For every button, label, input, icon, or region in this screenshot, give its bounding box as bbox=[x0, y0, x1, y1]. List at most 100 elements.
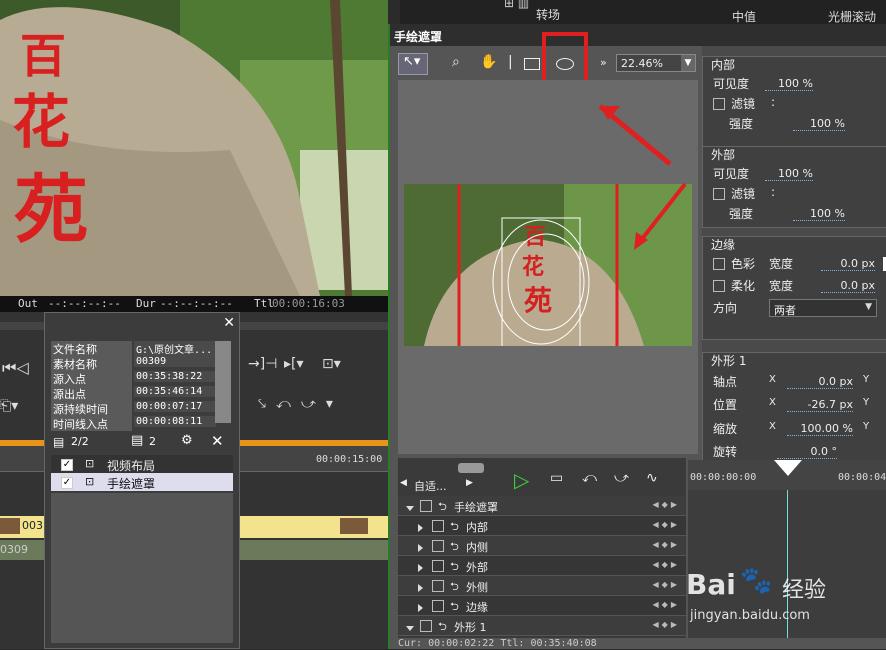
expand-icon[interactable] bbox=[418, 521, 423, 534]
keyframe-nav[interactable]: ◀◆▶ bbox=[653, 620, 680, 629]
position-x-field[interactable]: -26.7 px bbox=[787, 398, 853, 412]
graph-icon[interactable]: ∿ bbox=[646, 470, 658, 486]
axis-x-label: X bbox=[769, 374, 776, 385]
track-icon: ⮌ bbox=[450, 520, 459, 533]
keyframe-nav[interactable]: ◀◆▶ bbox=[653, 580, 680, 589]
rock-char-2: 花 bbox=[12, 88, 71, 156]
scale-label: 缩放 bbox=[713, 422, 738, 436]
track-row[interactable]: ⮌ 外侧 ◀◆▶ bbox=[398, 576, 686, 596]
inner-strength-field[interactable]: 100 % bbox=[793, 117, 845, 131]
split-button[interactable]: ⊡▾ bbox=[322, 356, 341, 372]
track-checkbox[interactable] bbox=[432, 559, 444, 572]
info-key: 文件名称 bbox=[51, 341, 132, 357]
hand-icon[interactable]: ✋ bbox=[480, 54, 497, 70]
inner-filter-checkbox[interactable] bbox=[713, 97, 725, 110]
close-icon[interactable]: ✕ bbox=[223, 315, 235, 331]
track-row[interactable]: ⮌ 手绘遮罩 ◀◆▶ bbox=[398, 496, 686, 516]
inner-visibility-field[interactable]: 100 % bbox=[765, 77, 813, 91]
track-checkbox[interactable] bbox=[420, 619, 432, 632]
effect-checkbox[interactable]: ✓ bbox=[61, 457, 73, 471]
keyframe-zoom-slider[interactable] bbox=[458, 463, 484, 473]
mark-out-button[interactable]: ▸[▾ bbox=[284, 356, 304, 372]
line-icon[interactable]: | bbox=[508, 54, 513, 70]
track-label: 外形 1 bbox=[454, 621, 487, 634]
delete-icon[interactable]: ✕ bbox=[211, 432, 224, 450]
zoom-dropdown[interactable]: ▼ bbox=[681, 55, 695, 71]
out-label: Out bbox=[18, 297, 38, 310]
keyframe-nav[interactable]: ◀◆▶ bbox=[653, 600, 680, 609]
edit-tools[interactable]: ⤥⤺⤻▾ bbox=[258, 396, 343, 412]
edge-width-field-1[interactable]: 0.0 px bbox=[821, 257, 875, 271]
effect-checkbox[interactable]: ✓ bbox=[61, 475, 73, 489]
effect-label: 手绘遮罩 bbox=[107, 477, 156, 491]
expand-icon[interactable] bbox=[418, 601, 423, 614]
effect-item[interactable]: ✓ ⊡ 手绘遮罩 bbox=[51, 473, 233, 491]
zoom-value[interactable]: 22.46% bbox=[621, 57, 663, 70]
keyframe-nav[interactable]: ◀◆▶ bbox=[653, 560, 680, 569]
outer-strength-field[interactable]: 100 % bbox=[793, 207, 845, 221]
rotate-field[interactable]: 0.0 ° bbox=[777, 445, 837, 459]
outer-filter-checkbox[interactable] bbox=[713, 187, 725, 200]
expand-icon[interactable] bbox=[418, 581, 423, 594]
edge-width-field-2[interactable]: 0.0 px bbox=[821, 279, 875, 293]
playhead-marker[interactable] bbox=[774, 460, 802, 476]
ellipse-icon[interactable] bbox=[556, 58, 574, 70]
axis-y-label: Y bbox=[863, 374, 870, 385]
hand-drawn-mask-window: 手绘遮罩 ↖▾ ⌕ ✋ | » 22.46% ▼ 百 花 苑 内部 可见度 10… bbox=[388, 24, 886, 649]
track-icon: ⮌ bbox=[438, 620, 447, 633]
outer-title: 外部 bbox=[711, 148, 736, 162]
expand-icon[interactable] bbox=[406, 501, 414, 514]
track-row[interactable]: ⮌ 外形 1 ◀◆▶ bbox=[398, 616, 686, 636]
keyframe-nav[interactable]: ◀◆▶ bbox=[653, 520, 680, 529]
track-checkbox[interactable] bbox=[420, 499, 432, 512]
axis-x-field[interactable]: 0.0 px bbox=[787, 375, 853, 389]
expand-icon[interactable] bbox=[418, 561, 423, 574]
scrollbar[interactable] bbox=[215, 341, 231, 423]
dur-value: --:--:--:-- bbox=[160, 297, 233, 310]
edge-direction-value: 两者 bbox=[774, 304, 796, 317]
track-label: 内侧 bbox=[466, 541, 488, 554]
list-icon[interactable]: ▤ bbox=[131, 433, 143, 448]
effect-icon: ⊡ bbox=[85, 457, 95, 470]
track-row[interactable]: ⮌ 外部 ◀◆▶ bbox=[398, 556, 686, 576]
effect-median[interactable]: 中值 bbox=[732, 8, 756, 25]
track-row[interactable]: ⮌ 内侧 ◀◆▶ bbox=[398, 536, 686, 556]
outer-visibility-field[interactable]: 100 % bbox=[765, 167, 813, 181]
comment-icon[interactable]: ▭ bbox=[550, 470, 563, 486]
track-checkbox[interactable] bbox=[432, 539, 444, 552]
track-row[interactable]: ⮌ 边缘 ◀◆▶ bbox=[398, 596, 686, 616]
effect-icon: ⊡ bbox=[85, 475, 95, 488]
track-checkbox[interactable] bbox=[432, 599, 444, 612]
expand-icon[interactable] bbox=[406, 621, 414, 634]
edit-mode-button[interactable]: ⎗▾ bbox=[0, 398, 44, 414]
top-strip: ⊞ ▥ 转场 中值 光栅滚动 bbox=[400, 0, 886, 24]
mark-in-button[interactable]: →]⊣ bbox=[248, 356, 277, 372]
rewind-button[interactable]: ⏮◁ bbox=[0, 352, 44, 382]
edge-direction-select[interactable]: 两者 ▼ bbox=[769, 299, 877, 317]
keyframe-nav[interactable]: ◀◆▶ bbox=[653, 540, 680, 549]
edge-color-checkbox[interactable] bbox=[713, 257, 725, 270]
track-label: 手绘遮罩 bbox=[454, 501, 498, 514]
tree-node-transition[interactable]: 转场 bbox=[536, 6, 560, 23]
keyframe-nav[interactable]: ◀◆▶ bbox=[653, 500, 680, 509]
expand-icon[interactable] bbox=[418, 541, 423, 554]
zoom-icon[interactable]: ⌕ bbox=[452, 54, 460, 70]
track-row[interactable]: ⮌ 内部 ◀◆▶ bbox=[398, 516, 686, 536]
undo-icon[interactable]: ⤺ bbox=[582, 470, 597, 486]
keyframe-panel: ◀ 自适... ▶ ▷ ▭ ⤺ ⤻ ∿ ⮌ 手绘遮罩 ◀◆▶ ⮌ 内部 ◀◆▶ ⮌ 内侧 ◀◆▶… bbox=[398, 458, 686, 638]
preset-select[interactable]: 自适... bbox=[414, 478, 447, 494]
track-checkbox[interactable] bbox=[432, 519, 444, 532]
more-tools-icon[interactable]: » bbox=[600, 56, 607, 69]
effect-item[interactable]: ✓ ⊡ 视频布局 bbox=[51, 455, 233, 473]
settings-icon[interactable]: ⚙ bbox=[181, 433, 193, 448]
edge-soft-checkbox[interactable] bbox=[713, 279, 725, 292]
edge-width-label-1: 宽度 bbox=[769, 257, 794, 271]
play-icon[interactable]: ▷ bbox=[514, 468, 529, 492]
scale-x-field[interactable]: 100.00 % bbox=[787, 422, 853, 436]
info-value: G:\原创文章... bbox=[134, 341, 216, 356]
track-checkbox[interactable] bbox=[432, 579, 444, 592]
rectangle-icon[interactable] bbox=[524, 58, 540, 70]
effect-raster-scroll[interactable]: 光栅滚动 bbox=[828, 8, 876, 25]
select-tool-button[interactable]: ↖▾ bbox=[398, 53, 428, 75]
redo-icon[interactable]: ⤻ bbox=[614, 470, 629, 486]
